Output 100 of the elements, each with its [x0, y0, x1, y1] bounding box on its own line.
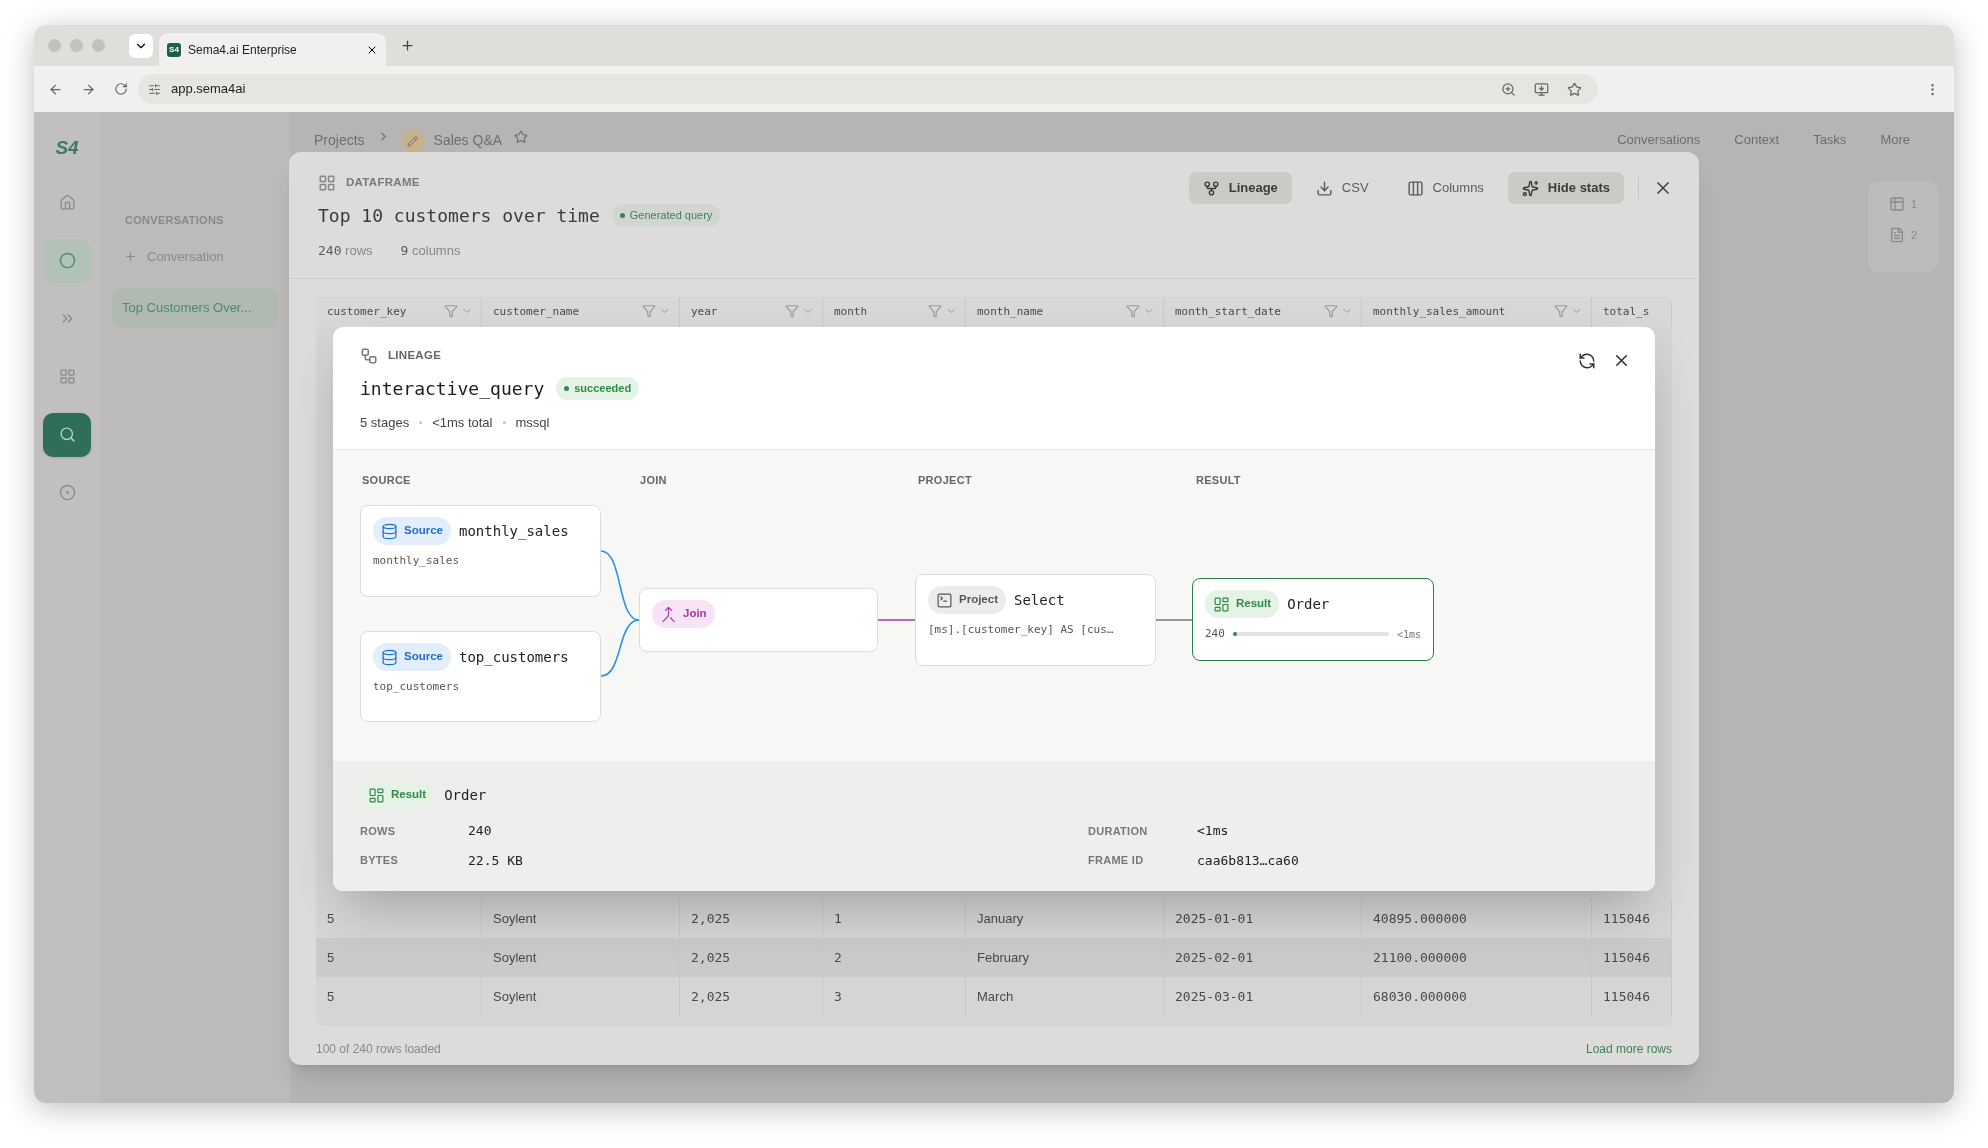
- tab-title: Sema4.ai Enterprise: [188, 41, 298, 59]
- stage-node[interactable]: Project Select [ms].[customer_key] AS [cus…: [915, 574, 1156, 666]
- stage-badge: Source: [373, 643, 451, 671]
- database-icon: [381, 648, 398, 666]
- refresh-icon: [1578, 351, 1596, 370]
- stage-node[interactable]: Source monthly_sales monthly_sales: [360, 505, 601, 597]
- stage-detail: monthly_sales: [373, 553, 461, 569]
- stage-heading: RESULT: [1196, 473, 1242, 488]
- stage-detail: [ms].[customer_key] AS [cus…: [928, 622, 1115, 638]
- address-bar[interactable]: app.sema4ai: [138, 74, 1598, 104]
- rail-button[interactable]: [43, 238, 91, 283]
- window-control-icon[interactable]: [48, 39, 61, 52]
- forward-icon[interactable]: [81, 81, 96, 97]
- browser-tab[interactable]: S4 Sema4.ai Enterprise: [159, 33, 386, 66]
- table-cell-text: Soylent: [493, 948, 537, 967]
- merge-icon: [660, 605, 677, 623]
- table-icon[interactable]: [1888, 196, 1905, 213]
- table-cell-text: Soylent: [493, 987, 537, 1006]
- new-tab-icon[interactable]: [400, 38, 415, 53]
- star-icon[interactable]: [514, 130, 529, 144]
- table-cell-text: 21100.000000: [1373, 948, 1467, 967]
- table-cell-text: 2025-03-01: [1175, 987, 1254, 1006]
- breadcrumb-link[interactable]: Projects: [314, 130, 365, 151]
- column-header: month: [834, 304, 869, 320]
- stage-node[interactable]: Result Order 240 <1ms: [1192, 578, 1434, 661]
- toolbar-tab[interactable]: Tasks: [1813, 130, 1847, 150]
- bookmark-star-icon[interactable]: [1567, 81, 1582, 97]
- database-icon: [381, 522, 398, 540]
- site-settings-icon[interactable]: [148, 82, 161, 96]
- zoom-icon[interactable]: [1501, 81, 1516, 97]
- install-icon[interactable]: [1534, 81, 1549, 97]
- table-cell-text: 2,025: [691, 948, 731, 967]
- dashboard-icon: [1213, 595, 1230, 613]
- filter-icon[interactable]: [1126, 304, 1140, 318]
- grid-icon: [58, 368, 76, 385]
- filter-icon[interactable]: [444, 304, 458, 318]
- filter-icon[interactable]: [928, 304, 942, 318]
- rows-loaded-text: 100 of 240 rows loaded: [316, 1041, 441, 1058]
- back-icon[interactable]: [48, 81, 63, 97]
- sparkle-icon: [1521, 179, 1539, 197]
- field-value: caa6b813…ca60: [1197, 851, 1300, 870]
- toolbar-button[interactable]: CSV: [1301, 172, 1383, 204]
- table-cell-text: 2,025: [691, 987, 731, 1006]
- window-control-icon[interactable]: [70, 39, 83, 52]
- window-control-icon[interactable]: [92, 39, 105, 52]
- rail-button[interactable]: [43, 412, 91, 457]
- url-text: app.sema4ai: [171, 80, 247, 99]
- stage-node[interactable]: Source top_customers top_customers: [360, 631, 601, 722]
- field-label: FRAME ID: [1088, 853, 1145, 868]
- table-cell-text: 115046: [1603, 987, 1650, 1006]
- table-cell-text: 2: [834, 948, 842, 967]
- tab-list-button[interactable]: [129, 33, 153, 58]
- columns-icon: [1406, 179, 1424, 197]
- plus-icon: [124, 249, 137, 263]
- column-header: customer_key: [327, 304, 408, 320]
- filter-icon[interactable]: [1554, 304, 1568, 318]
- connector-line: [600, 550, 640, 621]
- toolbar-button[interactable]: Columns: [1392, 172, 1498, 204]
- field-value: 22.5 KB: [468, 851, 524, 870]
- stage-badge: Join: [652, 600, 715, 628]
- toolbar-tab[interactable]: Conversations: [1617, 130, 1701, 150]
- file-icon[interactable]: [1888, 226, 1905, 243]
- stage-heading: PROJECT: [918, 473, 973, 488]
- download-icon: [1315, 179, 1333, 197]
- favicon-icon: S4: [167, 42, 181, 57]
- toolbar-tab[interactable]: More: [1880, 130, 1910, 150]
- row-count: 240: [1205, 626, 1225, 642]
- toolbar-tab[interactable]: Context: [1734, 130, 1780, 150]
- column-header: monthly_sales_amount: [1373, 304, 1507, 320]
- search-icon: [58, 426, 76, 443]
- table-cell-text: 2,025: [691, 909, 731, 928]
- lineage-icon: [360, 347, 378, 365]
- dashboard-icon: [368, 786, 385, 804]
- stage-badge: Result: [1205, 590, 1280, 618]
- column-header: total_s: [1603, 304, 1651, 320]
- app-logo: S4: [55, 136, 79, 160]
- table-cell-text: 115046: [1603, 909, 1650, 928]
- load-more-link[interactable]: Load more rows: [1585, 1040, 1672, 1058]
- home-icon: [58, 194, 76, 211]
- table-cell-text: 2025-01-01: [1175, 909, 1254, 928]
- stage-badge: Project: [928, 586, 1006, 614]
- stage-node[interactable]: Join: [639, 588, 878, 652]
- toolbar-button[interactable]: Lineage: [1188, 172, 1292, 204]
- connector-line: [1155, 619, 1193, 621]
- reload-icon[interactable]: [114, 82, 128, 96]
- dial-icon: [58, 484, 76, 501]
- table-cell-text: 3: [834, 987, 842, 1006]
- toolbar-button[interactable]: Hide stats: [1507, 172, 1624, 204]
- filter-icon[interactable]: [785, 304, 799, 318]
- query-title: interactive_query: [360, 377, 545, 401]
- field-value: <1ms: [1197, 822, 1230, 840]
- filter-icon[interactable]: [1324, 304, 1338, 318]
- table-cell-text: Soylent: [493, 909, 537, 928]
- dialog-label: DATAFRAME: [346, 175, 420, 191]
- refresh-button[interactable]: [1578, 351, 1596, 370]
- filter-icon[interactable]: [642, 304, 656, 318]
- table-cell-text: 1: [834, 909, 842, 928]
- detail-name: Order: [444, 785, 487, 805]
- table-cell-text: 115046: [1603, 948, 1650, 967]
- stage-name: monthly_sales: [459, 521, 569, 542]
